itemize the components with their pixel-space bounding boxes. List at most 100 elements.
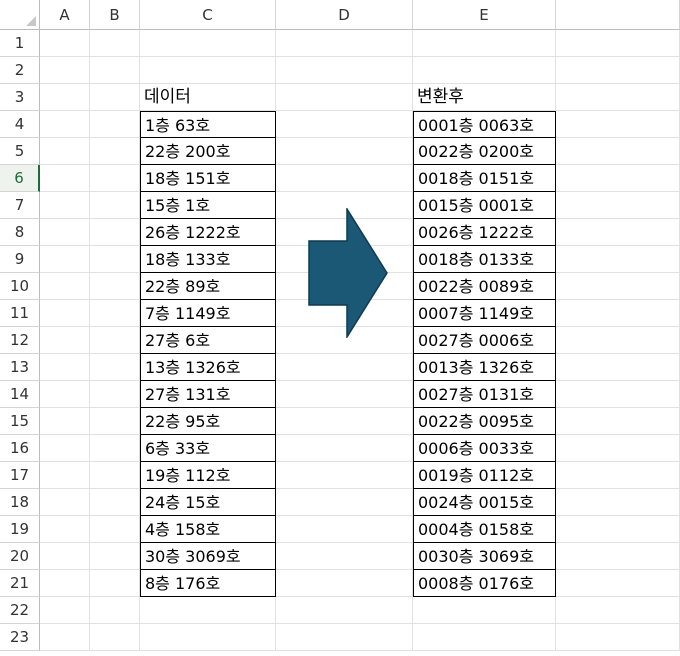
grid-cell[interactable] <box>556 192 680 219</box>
row-header-15[interactable]: 15 <box>0 408 40 435</box>
converted-column-cell[interactable]: 0019층 0112호 <box>413 462 556 489</box>
column-header-c[interactable]: C <box>140 0 276 30</box>
grid-cell[interactable] <box>276 624 413 651</box>
row-header-17[interactable]: 17 <box>0 462 40 489</box>
grid-cell[interactable] <box>90 408 140 435</box>
row-header-1[interactable]: 1 <box>0 30 40 57</box>
grid-cell[interactable] <box>556 327 680 354</box>
grid-cell[interactable] <box>556 516 680 543</box>
converted-column-cell[interactable]: 0027층 0006호 <box>413 327 556 354</box>
row-header-20[interactable]: 20 <box>0 543 40 570</box>
grid-cell[interactable] <box>556 408 680 435</box>
row-header-3[interactable]: 3 <box>0 84 40 111</box>
grid-cell[interactable] <box>556 84 680 111</box>
row-header-2[interactable]: 2 <box>0 57 40 84</box>
grid-cell[interactable] <box>40 516 90 543</box>
grid-cell[interactable] <box>90 219 140 246</box>
grid-cell[interactable] <box>556 219 680 246</box>
data-column-cell[interactable]: 24층 15호 <box>140 489 276 516</box>
data-column-cell[interactable]: 13층 1326호 <box>140 354 276 381</box>
column-header-e[interactable]: E <box>413 0 556 30</box>
grid-cell[interactable] <box>40 570 90 597</box>
grid-cell[interactable] <box>276 30 413 57</box>
converted-column-cell[interactable]: 0004층 0158호 <box>413 516 556 543</box>
grid-cell[interactable] <box>276 57 413 84</box>
grid-cell[interactable] <box>40 354 90 381</box>
grid-cell[interactable] <box>276 408 413 435</box>
grid-cell[interactable] <box>276 111 413 138</box>
converted-column-cell[interactable]: 0018층 0133호 <box>413 246 556 273</box>
grid-cell[interactable] <box>40 327 90 354</box>
grid-cell[interactable] <box>90 192 140 219</box>
grid-cell[interactable] <box>556 57 680 84</box>
grid-cell[interactable] <box>90 138 140 165</box>
grid-cell[interactable] <box>413 597 556 624</box>
converted-column-cell[interactable]: 0026층 1222호 <box>413 219 556 246</box>
data-column-cell[interactable]: 30층 3069호 <box>140 543 276 570</box>
data-column-cell[interactable]: 6층 33호 <box>140 435 276 462</box>
grid-cell[interactable] <box>40 624 90 651</box>
converted-column-cell[interactable]: 0001층 0063호 <box>413 111 556 138</box>
grid-cell[interactable] <box>276 597 413 624</box>
data-column-cell[interactable]: 18층 151호 <box>140 165 276 192</box>
grid-cell[interactable] <box>556 300 680 327</box>
grid-cell[interactable] <box>556 138 680 165</box>
data-column-cell[interactable]: 7층 1149호 <box>140 300 276 327</box>
grid-cell[interactable] <box>40 219 90 246</box>
row-header-18[interactable]: 18 <box>0 489 40 516</box>
grid-cell[interactable] <box>276 84 413 111</box>
grid-cell[interactable] <box>90 570 140 597</box>
data-column-cell[interactable]: 19층 112호 <box>140 462 276 489</box>
row-header-5[interactable]: 5 <box>0 138 40 165</box>
grid-cell[interactable] <box>40 543 90 570</box>
converted-column-cell[interactable]: 0007층 1149호 <box>413 300 556 327</box>
converted-column-header[interactable]: 변환후 <box>413 84 556 111</box>
grid-cell[interactable] <box>40 300 90 327</box>
converted-column-cell[interactable]: 0022층 0095호 <box>413 408 556 435</box>
grid-cell[interactable] <box>90 381 140 408</box>
row-header-23[interactable]: 23 <box>0 624 40 651</box>
grid-cell[interactable] <box>556 435 680 462</box>
row-header-9[interactable]: 9 <box>0 246 40 273</box>
grid-cell[interactable] <box>140 597 276 624</box>
grid-cell[interactable] <box>556 489 680 516</box>
data-column-cell[interactable]: 18층 133호 <box>140 246 276 273</box>
converted-column-cell[interactable]: 0006층 0033호 <box>413 435 556 462</box>
grid-cell[interactable] <box>90 165 140 192</box>
grid-cell[interactable] <box>90 327 140 354</box>
grid-cell[interactable] <box>556 111 680 138</box>
grid-cell[interactable] <box>40 57 90 84</box>
row-header-6[interactable]: 6 <box>0 165 40 192</box>
column-header-d[interactable]: D <box>276 0 413 30</box>
row-header-7[interactable]: 7 <box>0 192 40 219</box>
data-column-cell[interactable]: 4층 158호 <box>140 516 276 543</box>
grid-cell[interactable] <box>40 462 90 489</box>
grid-cell[interactable] <box>276 354 413 381</box>
grid-cell[interactable] <box>413 57 556 84</box>
grid-cell[interactable] <box>556 570 680 597</box>
grid-cell[interactable] <box>276 570 413 597</box>
row-header-13[interactable]: 13 <box>0 354 40 381</box>
grid-cell[interactable] <box>40 408 90 435</box>
grid-cell[interactable] <box>556 543 680 570</box>
row-header-8[interactable]: 8 <box>0 219 40 246</box>
converted-column-cell[interactable]: 0015층 0001호 <box>413 192 556 219</box>
grid-cell[interactable] <box>276 435 413 462</box>
row-header-22[interactable]: 22 <box>0 597 40 624</box>
grid-cell[interactable] <box>276 462 413 489</box>
grid-cell[interactable] <box>90 489 140 516</box>
column-header-next[interactable] <box>556 0 680 30</box>
row-header-4[interactable]: 4 <box>0 111 40 138</box>
grid-cell[interactable] <box>90 246 140 273</box>
grid-cell[interactable] <box>40 84 90 111</box>
data-column-header[interactable]: 데이터 <box>140 84 276 111</box>
grid-cell[interactable] <box>556 273 680 300</box>
grid-cell[interactable] <box>90 543 140 570</box>
grid-cell[interactable] <box>556 597 680 624</box>
grid-cell[interactable] <box>90 462 140 489</box>
data-column-cell[interactable]: 27층 6호 <box>140 327 276 354</box>
grid-cell[interactable] <box>140 624 276 651</box>
grid-cell[interactable] <box>556 354 680 381</box>
data-column-cell[interactable]: 22층 95호 <box>140 408 276 435</box>
grid-cell[interactable] <box>40 30 90 57</box>
